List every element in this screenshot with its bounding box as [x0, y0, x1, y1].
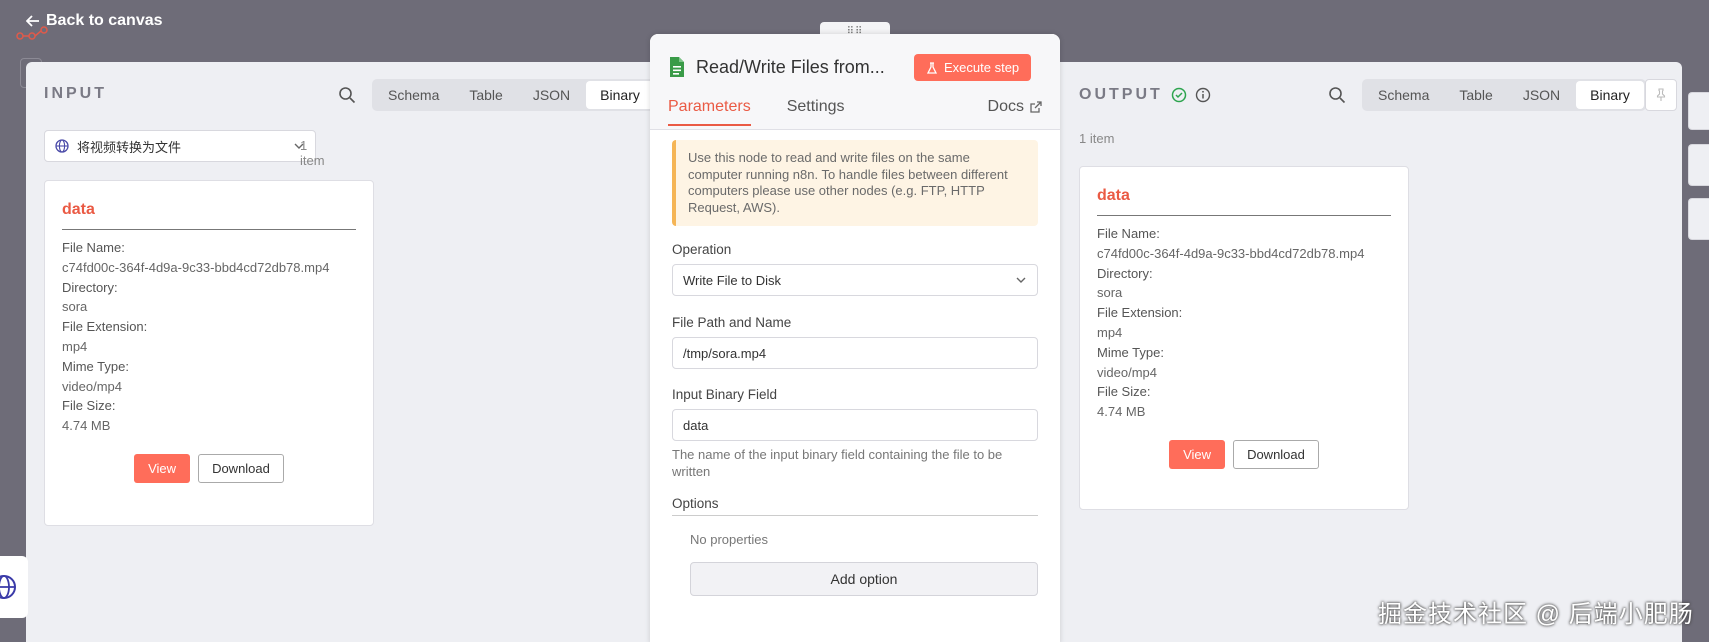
- download-button[interactable]: Download: [198, 453, 284, 483]
- file-extension-value: mp4: [62, 338, 88, 354]
- node-title: Read/Write Files from...: [696, 56, 885, 77]
- input-node-select[interactable]: 将视频转换为文件: [44, 130, 316, 162]
- no-properties-text: No properties: [690, 532, 769, 547]
- execute-step-button[interactable]: Execute step: [914, 54, 1032, 81]
- file-path-label: File Path and Name: [672, 315, 792, 330]
- tab-settings[interactable]: Settings: [787, 98, 845, 126]
- tab-json[interactable]: JSON: [1509, 81, 1574, 109]
- view-button[interactable]: View: [134, 453, 191, 483]
- external-link-icon: [1030, 101, 1042, 113]
- file-name-value: c74fd00c-364f-4d9a-9c33-bbd4cd72db78.mp4: [62, 259, 330, 275]
- directory-label: Directory:: [1097, 265, 1153, 281]
- tab-binary[interactable]: Binary: [586, 81, 654, 109]
- file-path-value: /tmp/sora.mp4: [683, 345, 767, 361]
- file-size-value: 4.74 MB: [1097, 404, 1146, 420]
- globe-icon: [0, 575, 16, 599]
- output-item-count: 1 item: [1079, 131, 1115, 146]
- output-view-tabs: Schema Table JSON Binary: [1362, 79, 1646, 111]
- tab-table[interactable]: Table: [455, 81, 516, 109]
- tab-table[interactable]: Table: [1445, 81, 1506, 109]
- tab-json[interactable]: JSON: [519, 81, 584, 109]
- file-path-input[interactable]: /tmp/sora.mp4: [672, 337, 1038, 369]
- file-extension-label: File Extension:: [62, 319, 148, 335]
- output-binary-card: data File Name: c74fd00c-364f-4d9a-9c33-…: [1079, 166, 1409, 510]
- info-icon[interactable]: [1195, 87, 1211, 103]
- canvas-edge-button[interactable]: [1688, 92, 1709, 130]
- operation-select[interactable]: Write File to Disk: [672, 264, 1038, 296]
- file-icon: [670, 57, 684, 77]
- view-button[interactable]: View: [1169, 439, 1226, 469]
- mime-type-value: video/mp4: [1097, 364, 1157, 380]
- pin-data-button[interactable]: [1645, 79, 1677, 111]
- watermark-text: 掘金技术社区 @ 后端小肥肠: [1378, 601, 1694, 628]
- file-name-label: File Name:: [62, 240, 125, 255]
- output-binary-name: data: [1097, 187, 1391, 216]
- search-icon[interactable]: [1328, 86, 1346, 104]
- canvas-edge-button[interactable]: [1688, 198, 1709, 240]
- file-name-label: File Name:: [1097, 226, 1160, 241]
- add-option-button[interactable]: Add option: [690, 562, 1038, 596]
- n8n-logo-icon: [16, 26, 48, 40]
- tab-parameters[interactable]: Parameters: [668, 98, 751, 126]
- file-size-value: 4.74 MB: [62, 418, 111, 434]
- docs-label: Docs: [987, 98, 1024, 115]
- back-to-canvas-label: Back to canvas: [46, 12, 163, 29]
- globe-icon: [55, 139, 69, 153]
- tab-schema[interactable]: Schema: [1364, 81, 1443, 109]
- translate-floating-button[interactable]: [0, 556, 28, 618]
- operation-select-value: Write File to Disk: [683, 272, 781, 288]
- mime-type-label: Mime Type:: [62, 358, 129, 374]
- input-binary-field-input[interactable]: data: [672, 409, 1038, 441]
- flask-icon: [926, 61, 938, 74]
- input-binary-field-value: data: [683, 417, 709, 433]
- operation-label: Operation: [672, 242, 732, 257]
- download-button[interactable]: Download: [1233, 439, 1319, 469]
- input-view-tabs: Schema Table JSON Binary: [372, 79, 656, 111]
- file-name-value: c74fd00c-364f-4d9a-9c33-bbd4cd72db78.mp4: [1097, 245, 1365, 261]
- output-panel-title: OUTPUT: [1079, 86, 1163, 103]
- input-binary-name: data: [62, 201, 356, 230]
- directory-label: Directory:: [62, 279, 118, 295]
- execute-step-label: Execute step: [944, 60, 1020, 75]
- file-size-label: File Size:: [1097, 384, 1151, 400]
- tab-binary[interactable]: Binary: [1576, 81, 1644, 109]
- file-extension-value: mp4: [1097, 324, 1123, 340]
- input-panel-title: INPUT: [44, 85, 107, 102]
- input-item-count: 1 item: [300, 138, 325, 168]
- canvas-edge-button[interactable]: [1688, 144, 1709, 186]
- check-circle-icon: [1171, 87, 1187, 103]
- output-panel-header: OUTPUT: [1079, 86, 1211, 104]
- mime-type-label: Mime Type:: [1097, 344, 1164, 360]
- mime-type-value: video/mp4: [62, 378, 122, 394]
- pin-icon: [1656, 88, 1666, 101]
- node-info-notice: Use this node to read and write files on…: [672, 140, 1038, 226]
- input-binary-field-label: Input Binary Field: [672, 387, 778, 402]
- search-icon[interactable]: [338, 86, 356, 104]
- docs-link[interactable]: Docs: [988, 98, 1042, 116]
- options-label: Options: [672, 496, 1038, 516]
- directory-value: sora: [62, 299, 88, 315]
- tab-schema[interactable]: Schema: [374, 81, 453, 109]
- file-extension-label: File Extension:: [1097, 305, 1183, 321]
- input-binary-field-hint: The name of the input binary field conta…: [672, 447, 1003, 479]
- input-node-select-value: 将视频转换为文件: [77, 139, 182, 155]
- input-binary-card: data File Name: c74fd00c-364f-4d9a-9c33-…: [44, 180, 374, 526]
- chevron-down-icon: [1016, 277, 1026, 283]
- file-size-label: File Size:: [62, 398, 116, 414]
- node-parameters-panel: Read/Write Files from... Execute step Pa…: [650, 34, 1060, 642]
- directory-value: sora: [1097, 285, 1123, 301]
